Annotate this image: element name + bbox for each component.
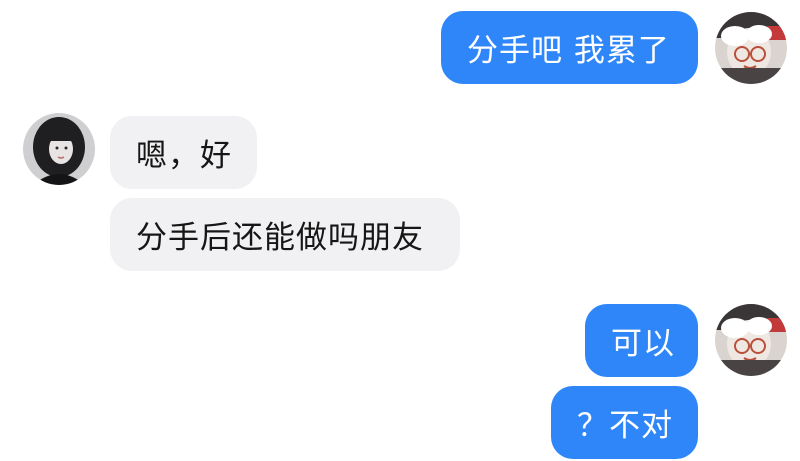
message-bubble-received[interactable]: 嗯，好	[110, 116, 257, 189]
message-text: ？不对	[577, 408, 673, 444]
partner-avatar-icon[interactable]	[23, 113, 95, 185]
message-bubble-sent[interactable]: ？不对	[551, 386, 698, 459]
self-avatar-icon[interactable]	[715, 304, 787, 376]
message-text: 分手后还能做吗朋友	[136, 220, 424, 256]
self-avatar-icon[interactable]	[715, 12, 787, 84]
message-bubble-sent[interactable]: 可以	[585, 304, 698, 377]
message-bubble-sent[interactable]: 分手吧 我累了	[441, 11, 698, 84]
chat-thread: 分手吧 我累了 嗯，好 分手后还能做吗朋友 可以 ？不对	[0, 0, 800, 461]
message-text: 分手吧 我累了	[467, 33, 670, 69]
message-bubble-received[interactable]: 分手后还能做吗朋友	[110, 198, 460, 271]
message-text: 嗯，好	[136, 138, 232, 174]
message-text: 可以	[611, 326, 675, 362]
